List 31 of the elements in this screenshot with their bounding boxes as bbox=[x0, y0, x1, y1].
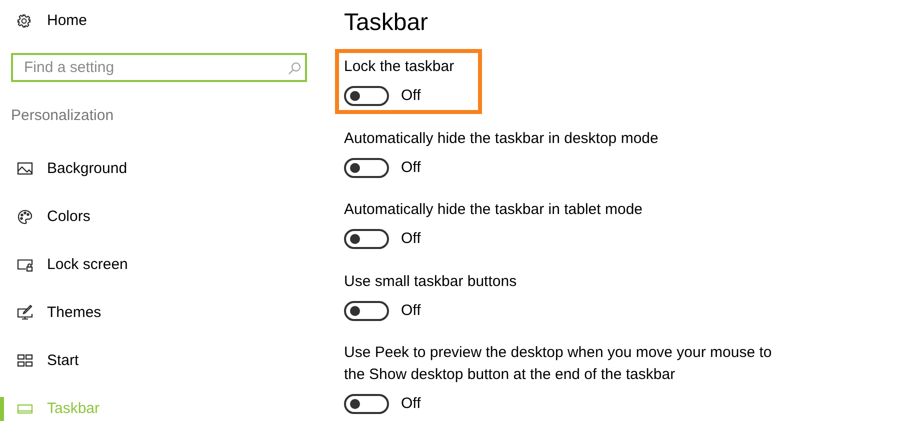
toggle-switch[interactable] bbox=[344, 300, 389, 321]
tiles-icon bbox=[17, 353, 33, 369]
search-icon[interactable] bbox=[288, 62, 301, 75]
toggle-switch[interactable] bbox=[344, 394, 389, 414]
page-title: Taskbar bbox=[344, 8, 430, 38]
toggle-state: Off bbox=[401, 86, 421, 106]
setting-label: Automatically hide the taskbar in desktop mode bbox=[344, 128, 658, 148]
sidebar-item[interactable]: Background bbox=[47, 158, 128, 180]
setting-label: Use Peek to preview the desktop when you move your mouse to the Show desktop button at the end of the taskbar bbox=[344, 343, 773, 385]
settings-icon bbox=[17, 14, 31, 28]
setting-label: Use small taskbar buttons bbox=[344, 272, 517, 292]
sidebar-item[interactable]: Start bbox=[47, 350, 79, 372]
lock-screen-icon bbox=[17, 257, 33, 273]
palette-icon bbox=[17, 209, 33, 225]
toggle-switch[interactable] bbox=[344, 158, 389, 178]
section-heading: Personalization bbox=[11, 106, 115, 126]
toggle-state: Off bbox=[401, 300, 421, 320]
picture-icon bbox=[17, 161, 33, 177]
sidebar-item[interactable]: Colors bbox=[47, 206, 90, 228]
sidebar-item[interactable]: Lock screen bbox=[47, 254, 128, 276]
toggle-state: Off bbox=[401, 229, 421, 249]
monitor-brush-icon bbox=[17, 305, 33, 321]
toggle-state: Off bbox=[401, 394, 421, 414]
home-link[interactable]: Home bbox=[47, 10, 88, 32]
setting-label: Automatically hide the taskbar in tablet mode bbox=[344, 200, 642, 220]
toggle-state: Off bbox=[401, 158, 421, 178]
toggle-switch[interactable] bbox=[344, 229, 389, 250]
search-field[interactable]: Find a setting bbox=[11, 53, 307, 82]
sidebar-item[interactable]: Themes bbox=[47, 302, 102, 324]
setting-label: Lock the taskbar bbox=[344, 57, 454, 77]
toggle-switch[interactable] bbox=[344, 86, 389, 106]
